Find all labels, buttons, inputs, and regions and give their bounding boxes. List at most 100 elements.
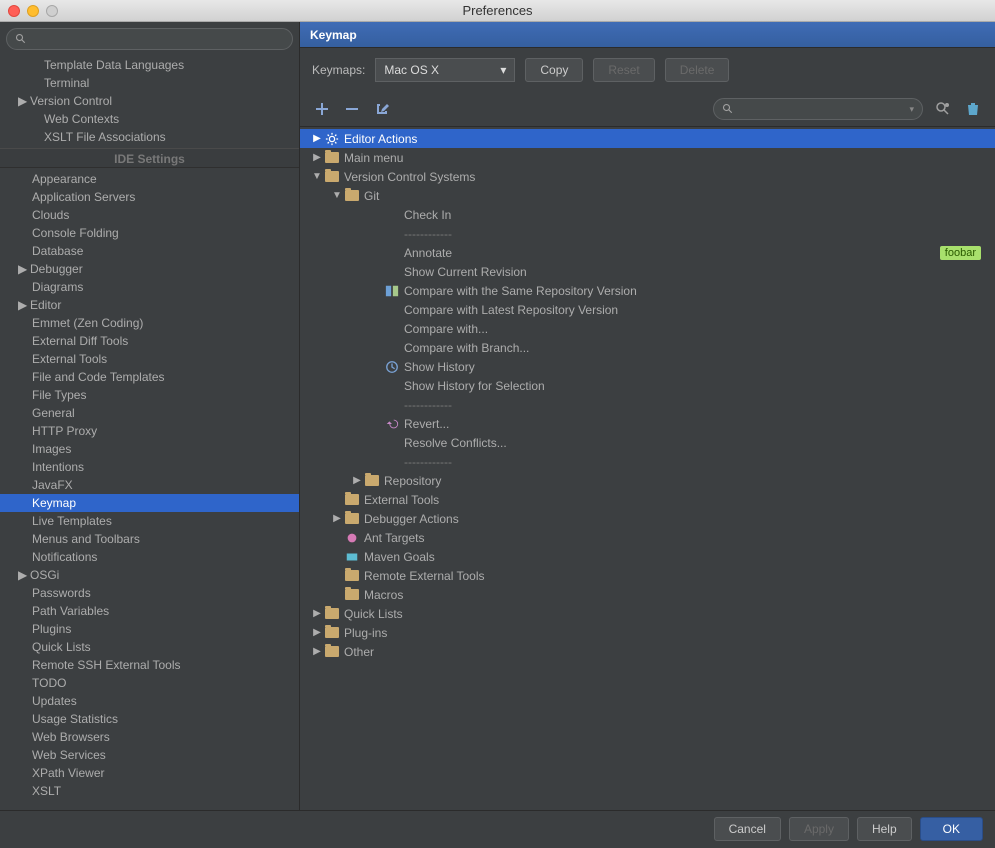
tree-row[interactable]: Compare with the Same Repository Version bbox=[300, 281, 995, 300]
keymaps-label: Keymaps: bbox=[312, 63, 365, 77]
sidebar-item[interactable]: Quick Lists bbox=[0, 638, 299, 656]
sidebar-item[interactable]: Menus and Toolbars bbox=[0, 530, 299, 548]
tree-row[interactable]: ▶Quick Lists bbox=[300, 604, 995, 623]
sidebar-item[interactable]: Plugins bbox=[0, 620, 299, 638]
chevron-down-icon[interactable]: ▾ bbox=[909, 104, 914, 115]
sidebar-item[interactable]: External Diff Tools bbox=[0, 332, 299, 350]
dialog-footer: Cancel Apply Help OK bbox=[0, 810, 995, 846]
tree-row[interactable]: Revert... bbox=[300, 414, 995, 433]
sidebar-item[interactable]: Images bbox=[0, 440, 299, 458]
sidebar-item[interactable]: Web Contexts bbox=[0, 110, 299, 128]
tree-row[interactable]: Remote External Tools bbox=[300, 566, 995, 585]
find-by-shortcut-icon[interactable] bbox=[933, 99, 953, 119]
tree-row[interactable]: ▶Editor Actions bbox=[300, 129, 995, 148]
tree-row[interactable]: ▶Main menu bbox=[300, 148, 995, 167]
sidebar-item[interactable]: Keymap bbox=[0, 494, 299, 512]
tree-row[interactable]: Resolve Conflicts... bbox=[300, 433, 995, 452]
edit-shortcut-icon[interactable] bbox=[372, 99, 392, 119]
sidebar-item[interactable]: Clouds bbox=[0, 206, 299, 224]
tree-row[interactable]: ------------ bbox=[300, 452, 995, 471]
tree-row[interactable]: Show History bbox=[300, 357, 995, 376]
tree-row[interactable]: Show History for Selection bbox=[300, 376, 995, 395]
tree-row[interactable]: Check In bbox=[300, 205, 995, 224]
sidebar-search-input[interactable] bbox=[31, 32, 284, 46]
sidebar-item[interactable]: JavaFX bbox=[0, 476, 299, 494]
sidebar-item[interactable]: Diagrams bbox=[0, 278, 299, 296]
sidebar-item[interactable]: HTTP Proxy bbox=[0, 422, 299, 440]
sidebar-item[interactable]: File and Code Templates bbox=[0, 368, 299, 386]
keymaps-dropdown[interactable]: Mac OS X ▾ bbox=[375, 58, 515, 82]
keymap-subtoolbar: ▾ bbox=[300, 92, 995, 127]
sidebar-item[interactable]: ▶Editor bbox=[0, 296, 299, 314]
tree-row[interactable]: ▶Debugger Actions bbox=[300, 509, 995, 528]
tree-row[interactable]: Compare with Latest Repository Version bbox=[300, 300, 995, 319]
tree-row[interactable]: Macros bbox=[300, 585, 995, 604]
tree-row[interactable]: Show Current Revision bbox=[300, 262, 995, 281]
sidebar-item[interactable]: XSLT bbox=[0, 782, 299, 800]
sidebar-item[interactable]: Template Data Languages bbox=[0, 56, 299, 74]
sidebar-item[interactable]: XSLT File Associations bbox=[0, 128, 299, 146]
expand-all-icon[interactable] bbox=[312, 99, 332, 119]
sidebar-search[interactable] bbox=[6, 28, 293, 50]
shortcut-badge: foobar bbox=[940, 246, 981, 260]
sidebar-item[interactable]: General bbox=[0, 404, 299, 422]
collapse-all-icon[interactable] bbox=[342, 99, 362, 119]
sidebar-item[interactable]: ▶Version Control bbox=[0, 92, 299, 110]
help-button[interactable]: Help bbox=[857, 817, 912, 841]
tree-row[interactable]: ▼Version Control Systems bbox=[300, 167, 995, 186]
reset-button: Reset bbox=[593, 58, 654, 82]
settings-sidebar: Template Data LanguagesTerminal▶Version … bbox=[0, 22, 300, 810]
delete-button: Delete bbox=[665, 58, 730, 82]
tree-row[interactable]: External Tools bbox=[300, 490, 995, 509]
action-search[interactable]: ▾ bbox=[713, 98, 923, 120]
sidebar-item[interactable]: External Tools bbox=[0, 350, 299, 368]
sidebar-item[interactable]: XPath Viewer bbox=[0, 764, 299, 782]
tree-row[interactable]: ▼Git bbox=[300, 186, 995, 205]
sidebar-item[interactable]: TODO bbox=[0, 674, 299, 692]
sidebar-item[interactable]: ▶OSGi bbox=[0, 566, 299, 584]
sidebar-item[interactable]: Passwords bbox=[0, 584, 299, 602]
ok-button[interactable]: OK bbox=[920, 817, 983, 841]
copy-button[interactable]: Copy bbox=[525, 58, 583, 82]
sidebar-item[interactable]: Database bbox=[0, 242, 299, 260]
sidebar-item[interactable]: Updates bbox=[0, 692, 299, 710]
tree-row[interactable]: ▶Other bbox=[300, 642, 995, 661]
sidebar-item[interactable]: Usage Statistics bbox=[0, 710, 299, 728]
search-icon bbox=[15, 33, 27, 45]
cancel-button[interactable]: Cancel bbox=[714, 817, 781, 841]
sidebar-item[interactable]: ▶Debugger bbox=[0, 260, 299, 278]
sidebar-item[interactable]: Terminal bbox=[0, 74, 299, 92]
chevron-down-icon: ▾ bbox=[500, 63, 506, 77]
sidebar-item[interactable]: Web Browsers bbox=[0, 728, 299, 746]
sidebar-item[interactable]: Remote SSH External Tools bbox=[0, 656, 299, 674]
remove-shortcut-icon[interactable] bbox=[963, 99, 983, 119]
tree-row[interactable]: ▶Repository bbox=[300, 471, 995, 490]
tree-row[interactable]: ▶Plug-ins bbox=[300, 623, 995, 642]
tree-row[interactable]: ------------ bbox=[300, 224, 995, 243]
sidebar-item[interactable]: Application Servers bbox=[0, 188, 299, 206]
keymap-toolbar: Keymaps: Mac OS X ▾ Copy Reset Delete bbox=[300, 48, 995, 92]
panel-title: Keymap bbox=[300, 22, 995, 48]
sidebar-list[interactable]: Template Data LanguagesTerminal▶Version … bbox=[0, 56, 299, 810]
sidebar-item[interactable]: Appearance bbox=[0, 170, 299, 188]
tree-row[interactable]: Maven Goals bbox=[300, 547, 995, 566]
sidebar-item[interactable]: Web Services bbox=[0, 746, 299, 764]
action-search-input[interactable] bbox=[738, 102, 909, 116]
sidebar-section-header: IDE Settings bbox=[0, 148, 299, 168]
sidebar-item[interactable]: Notifications bbox=[0, 548, 299, 566]
sidebar-item[interactable]: File Types bbox=[0, 386, 299, 404]
tree-row[interactable]: ------------ bbox=[300, 395, 995, 414]
sidebar-item[interactable]: Emmet (Zen Coding) bbox=[0, 314, 299, 332]
main-panel: Keymap Keymaps: Mac OS X ▾ Copy Reset De… bbox=[300, 22, 995, 810]
search-icon bbox=[722, 103, 734, 115]
sidebar-item[interactable]: Console Folding bbox=[0, 224, 299, 242]
tree-row[interactable]: Ant Targets bbox=[300, 528, 995, 547]
sidebar-item[interactable]: Path Variables bbox=[0, 602, 299, 620]
sidebar-item[interactable]: Intentions bbox=[0, 458, 299, 476]
keymaps-value: Mac OS X bbox=[384, 63, 439, 77]
sidebar-item[interactable]: Live Templates bbox=[0, 512, 299, 530]
tree-row[interactable]: Compare with... bbox=[300, 319, 995, 338]
tree-row[interactable]: Annotatefoobar bbox=[300, 243, 995, 262]
tree-row[interactable]: Compare with Branch... bbox=[300, 338, 995, 357]
keymap-tree[interactable]: ▶Editor Actions▶Main menu▼Version Contro… bbox=[300, 127, 995, 810]
